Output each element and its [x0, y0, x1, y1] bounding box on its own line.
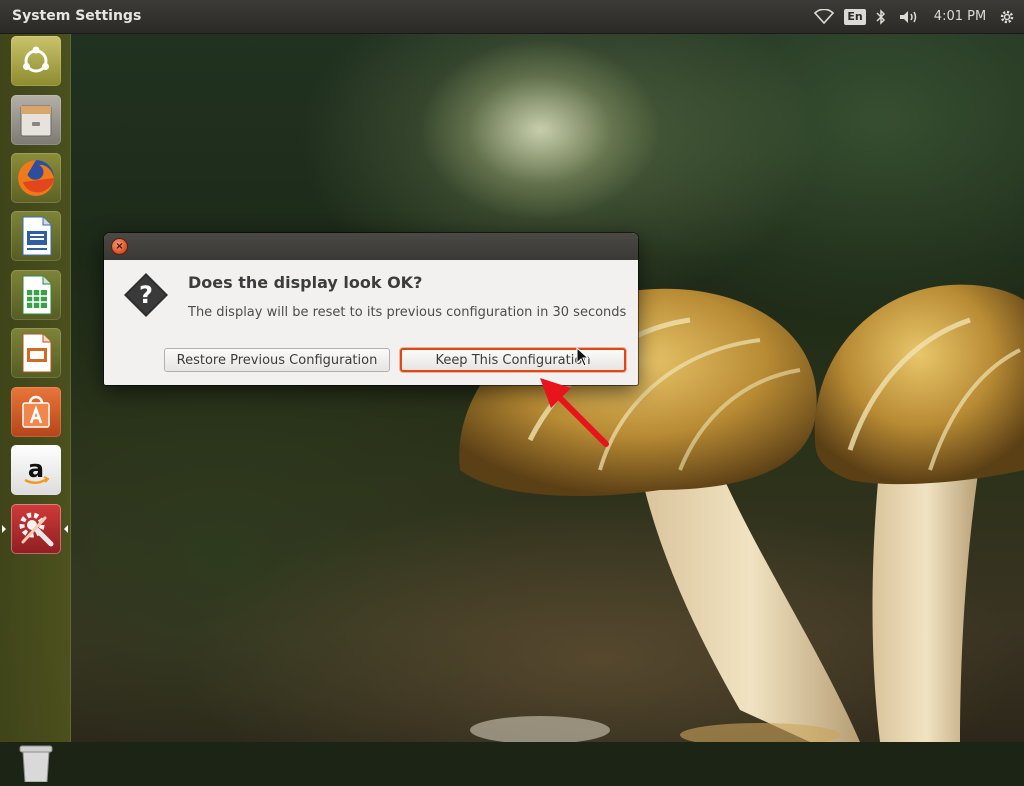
- launcher-item-system-settings[interactable]: [11, 504, 61, 554]
- trash-icon: [19, 745, 53, 783]
- svg-text:a: a: [28, 455, 44, 483]
- question-icon: ?: [124, 273, 168, 317]
- launcher-item-calc[interactable]: [11, 270, 61, 320]
- app-title: System Settings: [12, 8, 142, 24]
- launcher-item-impress[interactable]: [11, 328, 61, 378]
- writer-icon: [22, 216, 52, 256]
- keyboard-layout-label: En: [844, 8, 866, 25]
- wifi-icon[interactable]: [812, 0, 836, 33]
- launcher-item-software-center[interactable]: [11, 387, 61, 437]
- impress-icon: [22, 333, 52, 373]
- launcher: a: [0, 33, 71, 783]
- launcher-item-firefox[interactable]: [11, 153, 61, 203]
- dialog-message: The display will be reset to its previou…: [188, 305, 627, 320]
- launcher-item-amazon[interactable]: a: [11, 445, 61, 495]
- clock[interactable]: 4:01 PM: [930, 0, 990, 33]
- ubuntu-logo-icon: [23, 46, 49, 73]
- launcher-item-writer[interactable]: [11, 211, 61, 261]
- keyboard-layout-indicator[interactable]: En: [844, 0, 866, 33]
- mouse-pointer-icon: [576, 347, 590, 367]
- display-confirm-dialog: × ? Does the display look OK? The displa…: [104, 233, 638, 385]
- launcher-item-files[interactable]: [11, 95, 61, 145]
- running-indicator: [2, 525, 6, 533]
- dialog-heading: Does the display look OK?: [188, 273, 423, 292]
- restore-previous-configuration-button[interactable]: Restore Previous Configuration: [164, 348, 390, 372]
- file-cabinet-icon: [20, 105, 52, 137]
- session-gear-icon[interactable]: [994, 0, 1020, 33]
- focused-indicator: [64, 525, 68, 533]
- amazon-icon: a: [24, 455, 50, 484]
- svg-text:?: ?: [139, 281, 153, 309]
- launcher-item-dash-home[interactable]: [11, 36, 61, 86]
- bluetooth-icon[interactable]: [872, 0, 890, 33]
- top-panel: System Settings En 4:01 PM: [0, 0, 1024, 34]
- keep-this-configuration-button[interactable]: Keep This Configuration: [400, 348, 626, 372]
- close-icon: ×: [115, 240, 124, 252]
- calc-icon: [22, 275, 52, 315]
- close-button[interactable]: ×: [112, 239, 127, 254]
- dialog-titlebar[interactable]: ×: [104, 233, 638, 260]
- launcher-item-trash[interactable]: [14, 742, 58, 783]
- volume-icon[interactable]: [896, 0, 922, 33]
- system-settings-icon: [19, 512, 54, 547]
- firefox-icon: [18, 160, 54, 196]
- software-center-icon: [22, 395, 50, 428]
